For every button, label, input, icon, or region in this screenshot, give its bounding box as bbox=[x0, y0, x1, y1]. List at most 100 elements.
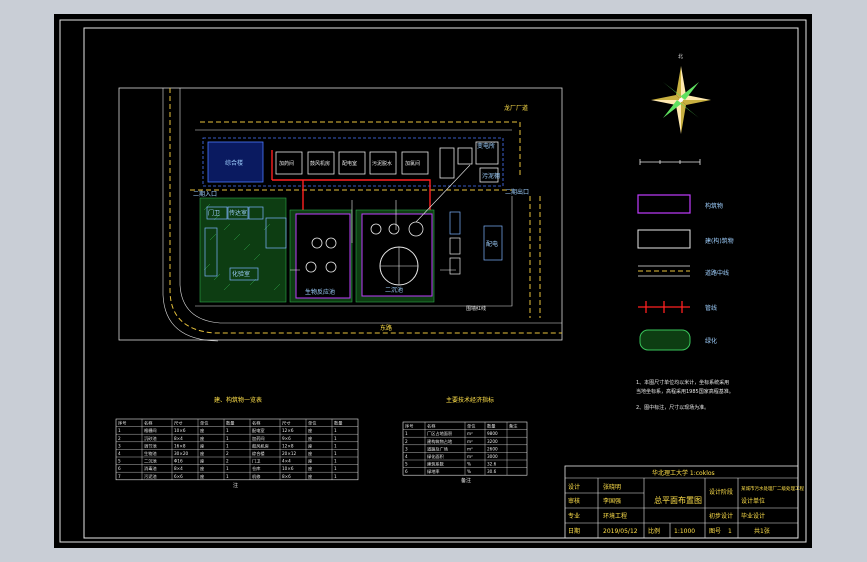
tank-clar bbox=[361, 213, 433, 297]
legend-note-2: 2、图中标注，尺寸以现场为准。 bbox=[636, 404, 709, 411]
table1-header-cell: 数量 bbox=[226, 420, 234, 427]
tb-row2-k: 专业 bbox=[568, 512, 580, 520]
table1-cell: 12×8 bbox=[282, 443, 294, 448]
tb-sheet: 1 bbox=[728, 528, 732, 535]
tb-row0-v: 张晓明 bbox=[603, 483, 621, 491]
table1-cell: 配电室 bbox=[252, 427, 265, 434]
label-gate-left: 二期入口 bbox=[193, 190, 217, 198]
tb-scale-label: 比例 bbox=[648, 527, 660, 535]
table1-header-cell: 尺寸 bbox=[282, 420, 290, 427]
table1-cell: 座 bbox=[200, 473, 204, 480]
label-b3: 配电室 bbox=[342, 160, 357, 167]
table1-cell: 6×6 bbox=[174, 474, 183, 479]
table1-cell: 20×12 bbox=[282, 451, 297, 456]
tb-school: 华北理工大学 1:coklos bbox=[652, 469, 715, 477]
table1-cell: Φ16 bbox=[174, 459, 183, 464]
table2-title: 主要技术经济指标 bbox=[446, 396, 494, 404]
table2-cell: 2 bbox=[405, 439, 408, 444]
table1-cell: 2 bbox=[226, 451, 229, 456]
table2-cell: m² bbox=[467, 431, 473, 436]
legend-label-0: 构筑物 bbox=[705, 202, 723, 210]
table1-cell: 10×6 bbox=[174, 428, 186, 433]
table2-cell: 建筑系数 bbox=[427, 461, 445, 468]
label-b2: 鼓风机房 bbox=[310, 160, 330, 167]
table1-cell: 座 bbox=[308, 458, 312, 465]
table1-cell: 30×20 bbox=[174, 451, 189, 456]
table1-cell: 座 bbox=[200, 465, 204, 472]
table2-cell: % bbox=[467, 462, 471, 467]
tb-right-1: 毕业设计 bbox=[741, 512, 765, 520]
table2-cell: 4 bbox=[405, 454, 408, 459]
table1-cell: 调节池 bbox=[144, 442, 157, 449]
table1-cell: 加药间 bbox=[252, 435, 265, 442]
table1-cell: 1 bbox=[334, 474, 337, 479]
table1-footnote: 注 bbox=[233, 482, 238, 489]
table1-cell: 1 bbox=[334, 436, 337, 441]
tb-scale: 1:1000 bbox=[674, 528, 695, 535]
table1-cell: 沉砂池 bbox=[144, 435, 157, 442]
table1-cell: 座 bbox=[200, 450, 204, 457]
tb-row2-v: 环境工程 bbox=[603, 512, 627, 520]
table1-title: 建、构筑物一览表 bbox=[214, 396, 262, 404]
table1-cell: 鼓风机房 bbox=[252, 442, 269, 449]
label-l6: 化验室 bbox=[232, 270, 250, 278]
table1-header-cell: 名称 bbox=[252, 420, 260, 427]
table1-cell: 机修 bbox=[252, 473, 261, 480]
label-boundary: 围墙红线 bbox=[466, 305, 486, 312]
table2-cell: 2600 bbox=[487, 446, 498, 451]
label-clar: 二沉池 bbox=[385, 286, 403, 294]
table2-cell: 32.6 bbox=[487, 462, 497, 467]
table1-cell: 1 bbox=[226, 474, 229, 479]
tb-row1-v: 李国强 bbox=[603, 497, 621, 505]
legend-note-0: 1、本图尺寸单位均以米计，坐标系统采用 bbox=[636, 379, 729, 386]
table1-cell: 消毒池 bbox=[144, 465, 157, 472]
table1-cell: 座 bbox=[308, 473, 312, 480]
tb-row1-k: 审核 bbox=[568, 497, 580, 505]
table1-cell: 污泥池 bbox=[144, 473, 157, 480]
table1-cell: 1 bbox=[334, 459, 337, 464]
label-l2: 传达室 bbox=[229, 209, 247, 217]
table1-cell: 座 bbox=[200, 442, 204, 449]
table2-cell: 1 bbox=[405, 431, 408, 436]
tb-row0-k: 设计 bbox=[568, 483, 580, 491]
table2-cell: 3 bbox=[405, 446, 408, 451]
table2-header-cell: 序号 bbox=[405, 423, 413, 430]
label-road-top: 龙厂厂道 bbox=[504, 104, 528, 112]
table1-cell: 16×8 bbox=[174, 443, 186, 448]
table1-cell: 12×6 bbox=[282, 428, 294, 433]
tb-drawing-title: 总平面布置图 bbox=[654, 495, 702, 505]
table1-cell: 格栅间 bbox=[144, 427, 157, 434]
table1-cell: 座 bbox=[200, 435, 204, 442]
table2-cell: m² bbox=[467, 439, 473, 444]
legend-label-2: 道路中线 bbox=[705, 269, 729, 277]
table1-cell: 座 bbox=[200, 427, 204, 434]
table1-cell: 8×6 bbox=[282, 474, 291, 479]
cad-drawing-canvas[interactable]: 综合楼 加药间 鼓风机房 配电室 污泥脱水 加氯间 变电所 污泥棚 门卫 传达室… bbox=[0, 0, 867, 562]
table2-cell: 3000 bbox=[487, 454, 498, 459]
north-label: 北 bbox=[678, 53, 683, 60]
table1-header-cell: 尺寸 bbox=[174, 420, 182, 427]
tb-project: 某城市污水处理厂二级处理工程 bbox=[741, 485, 804, 492]
label-tr2: 污泥棚 bbox=[482, 172, 500, 180]
table1-cell: 5 bbox=[118, 459, 121, 464]
table1-cell: 1 bbox=[334, 466, 337, 471]
tb-mid-1: 初步设计 bbox=[709, 512, 733, 520]
legend-label-4: 绿化 bbox=[705, 337, 717, 345]
tb-right-0: 设计单位 bbox=[741, 497, 765, 505]
table2-cell: 道路及广场 bbox=[427, 445, 448, 452]
table1-cell: 座 bbox=[308, 427, 312, 434]
table1-cell: 4 bbox=[118, 451, 121, 456]
table1-cell: 座 bbox=[200, 458, 204, 465]
table1-header-cell: 序号 bbox=[118, 420, 126, 427]
table2-cell: 9800 bbox=[487, 431, 498, 436]
legend-note-1: 当地坐标系，高程采用1985国家高程基准。 bbox=[636, 388, 734, 395]
table1-cell: 6 bbox=[118, 466, 121, 471]
label-road-bottom: 东路 bbox=[380, 324, 392, 332]
table1-cell: 4×4 bbox=[282, 459, 291, 464]
label-bio: 生物反应池 bbox=[305, 288, 335, 296]
label-far-right: 配电 bbox=[486, 240, 498, 248]
label-tr1: 变电所 bbox=[477, 142, 495, 150]
table1-cell: 座 bbox=[308, 465, 312, 472]
label-office: 综合楼 bbox=[225, 159, 243, 167]
tb-sheet-label: 图号 bbox=[709, 528, 721, 535]
